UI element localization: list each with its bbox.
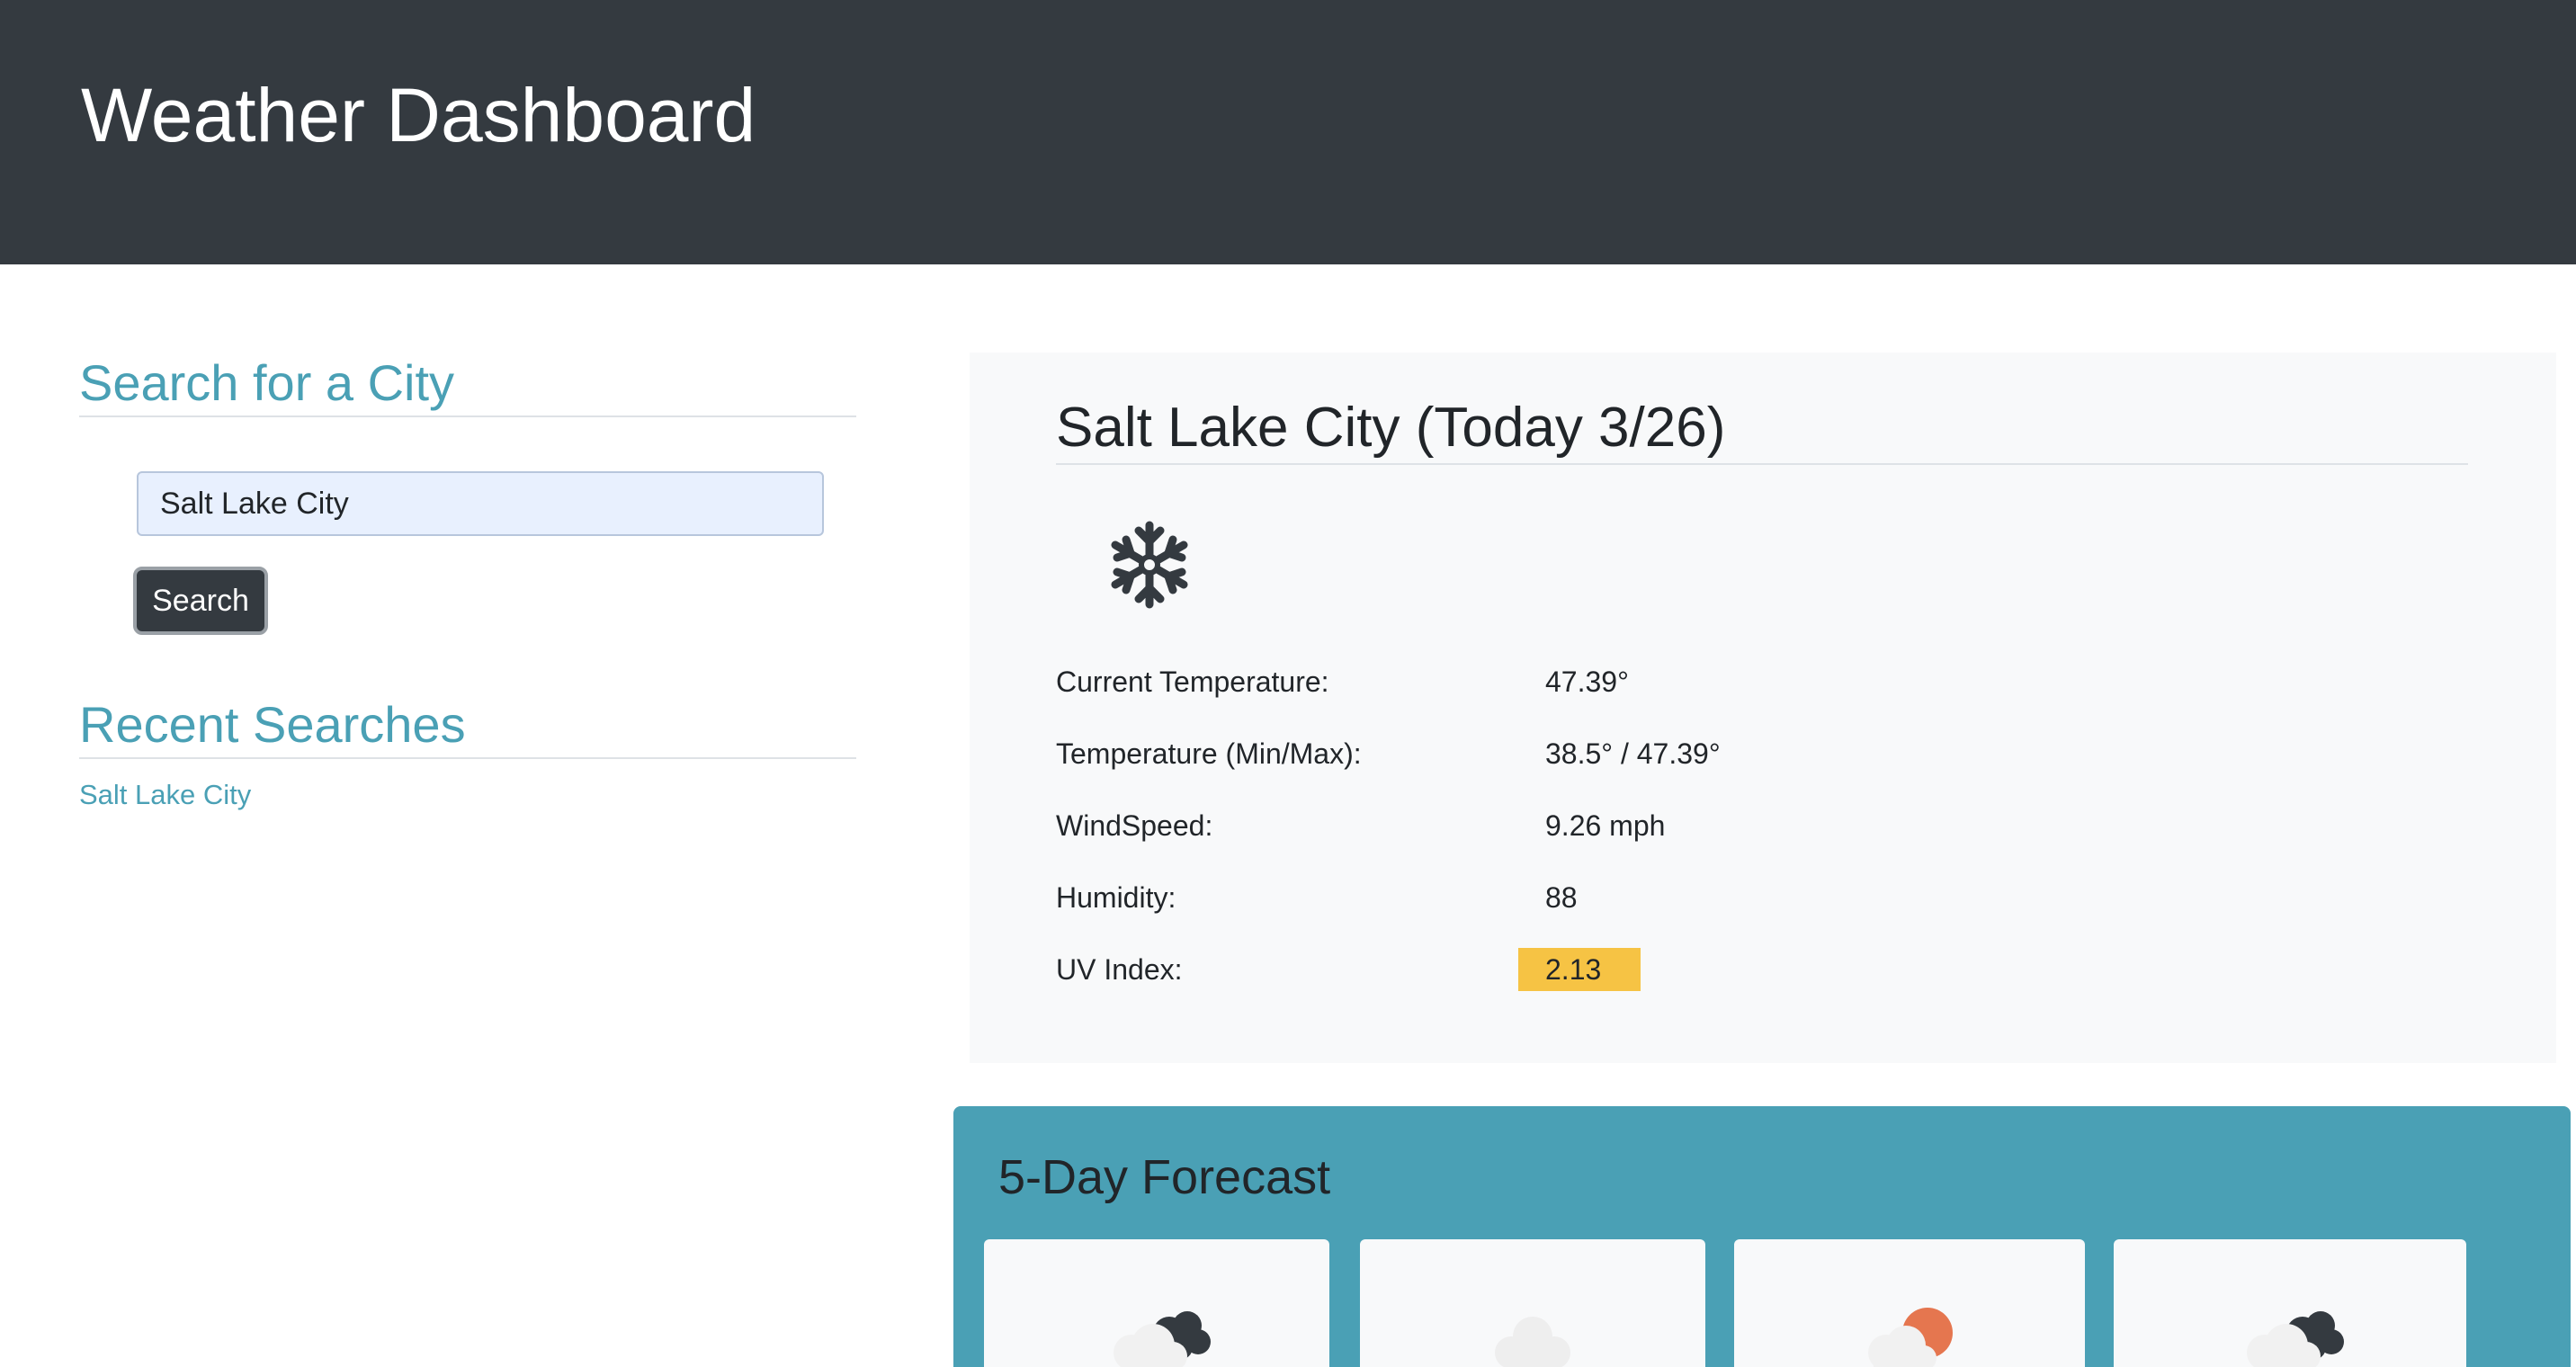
search-heading: Search for a City [79, 354, 856, 418]
forecast-panel: 5-Day Forecast [953, 1106, 2571, 1367]
recent-search-item[interactable]: Salt Lake City [79, 779, 251, 811]
recent-searches-heading: Recent Searches [79, 696, 856, 760]
forecast-day-card [2114, 1239, 2466, 1367]
wind-speed-value: 9.26 mph [1545, 809, 1666, 842]
forecast-day-card [1360, 1239, 1705, 1367]
rain-cloud-icon [1114, 1311, 1211, 1367]
humidity-label: Humidity: [1056, 881, 1176, 914]
temperature-minmax-value: 38.5° / 47.39° [1545, 737, 1721, 770]
page-header: Weather Dashboard [0, 0, 2576, 264]
search-button[interactable]: Search [133, 567, 268, 635]
uv-index-label: UV Index: [1056, 953, 1183, 986]
uv-index-badge: 2.13 [1518, 948, 1641, 991]
sun-cloud-icon [1868, 1308, 1953, 1367]
recent-searches: Recent Searches Salt Lake City [79, 696, 856, 811]
forecast-title: 5-Day Forecast [998, 1150, 1331, 1204]
humidity-value: 88 [1545, 881, 1578, 914]
page-title: Weather Dashboard [81, 73, 756, 157]
current-city-title: Salt Lake City (Today 3/26) [1056, 396, 2468, 466]
forecast-day-card [1734, 1239, 2085, 1367]
sidebar: Search for a City Search Recent Searches… [79, 354, 856, 810]
city-search-input[interactable] [137, 471, 824, 536]
cloud-icon [1495, 1317, 1570, 1367]
snowflake-icon [1111, 521, 1188, 609]
current-temperature-value: 47.39° [1545, 666, 1629, 698]
wind-speed-label: WindSpeed: [1056, 809, 1213, 842]
current-weather-panel: Salt Lake City (Today 3/26) Current Temp… [970, 353, 2556, 1063]
forecast-day-card [984, 1239, 1329, 1367]
current-temperature-label: Current Temperature: [1056, 666, 1329, 698]
temperature-minmax-label: Temperature (Min/Max): [1056, 737, 1362, 770]
rain-cloud-icon [2247, 1311, 2344, 1367]
